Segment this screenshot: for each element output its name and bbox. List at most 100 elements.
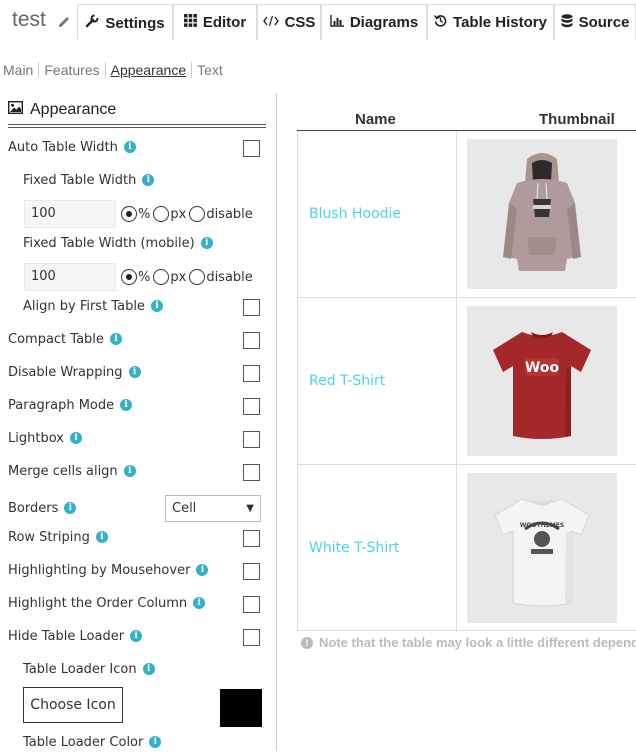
unit-label: disable: [206, 269, 253, 285]
align-first-table-label: Align by First Table i: [23, 296, 163, 316]
info-icon[interactable]: i: [128, 366, 141, 378]
table-loader-icon-label: Table Loader Icon i: [23, 659, 155, 679]
info-icon[interactable]: i: [95, 531, 108, 543]
info-icon[interactable]: i: [149, 736, 162, 748]
info-icon[interactable]: i: [150, 300, 163, 312]
info-icon[interactable]: i: [200, 237, 213, 249]
label-text: Compact Table: [8, 331, 104, 347]
fixed-table-width-mobile-units: % px disable: [119, 267, 253, 287]
info-icon[interactable]: i: [64, 502, 77, 514]
select-value: Cell: [172, 501, 197, 516]
fixed-table-width-input[interactable]: 100: [24, 200, 116, 228]
panel-title-rule: [8, 124, 266, 125]
white-tshirt-thumbnail[interactable]: WOOTHEMES: [467, 473, 617, 623]
column-header-name[interactable]: Name: [355, 111, 396, 128]
choose-icon-button[interactable]: Choose Icon: [23, 687, 123, 723]
subtab-features[interactable]: Features: [44, 62, 99, 78]
label-text: Lightbox: [8, 430, 64, 446]
product-link[interactable]: Red T-Shirt: [309, 373, 385, 389]
column-header-thumbnail[interactable]: Thumbnail: [539, 111, 615, 128]
image-icon: [7, 100, 24, 119]
history-icon: [433, 14, 447, 31]
radio-px[interactable]: [153, 206, 170, 222]
highlight-mousehover-label: Highlighting by Mousehover i: [8, 560, 209, 580]
paragraph-mode-checkbox[interactable]: [243, 398, 260, 415]
lightbox-checkbox[interactable]: [243, 431, 260, 448]
cell-divider: [456, 131, 457, 297]
info-icon[interactable]: i: [196, 564, 209, 576]
subtab-separator: [38, 62, 40, 78]
borders-label: Borders i: [8, 498, 77, 518]
table-row: Blush Hoodie: [298, 131, 636, 298]
tab-source[interactable]: Source: [554, 4, 636, 40]
subtab-main[interactable]: Main: [3, 62, 33, 78]
compact-table-checkbox[interactable]: [243, 332, 260, 349]
info-icon[interactable]: i: [123, 141, 136, 153]
info-icon[interactable]: i: [193, 597, 206, 609]
row-striping-checkbox[interactable]: [243, 530, 260, 547]
radio-disable[interactable]: [189, 206, 206, 222]
preview-note: ! Note that the table may look a little …: [301, 635, 636, 650]
highlight-mousehover-checkbox[interactable]: [243, 563, 260, 580]
highlight-order-column-label: Highlight the Order Column i: [8, 593, 206, 613]
info-icon[interactable]: i: [130, 630, 143, 642]
radio-percent[interactable]: [121, 269, 137, 285]
info-icon[interactable]: i: [123, 465, 136, 477]
subtab-text[interactable]: Text: [197, 62, 223, 78]
panel-title-rule: [8, 127, 266, 128]
bar-chart-icon: [330, 14, 344, 31]
product-link[interactable]: Blush Hoodie: [309, 206, 401, 222]
appearance-panel: Appearance: [0, 93, 277, 751]
radio-percent[interactable]: [121, 206, 137, 222]
info-icon[interactable]: i: [69, 432, 82, 444]
unit-label: px: [170, 269, 187, 285]
align-first-table-checkbox[interactable]: [243, 299, 260, 316]
label-text: Auto Table Width: [8, 139, 118, 155]
tab-label: Source: [578, 14, 630, 31]
unit-label: %: [138, 269, 151, 285]
subtab-appearance[interactable]: Appearance: [111, 62, 187, 78]
info-icon[interactable]: i: [142, 663, 155, 675]
svg-text:WOOTHEMES: WOOTHEMES: [520, 522, 564, 529]
label-text: Paragraph Mode: [8, 397, 115, 413]
info-icon[interactable]: i: [142, 174, 155, 186]
unit-label: %: [138, 206, 151, 222]
fixed-table-width-mobile-input[interactable]: 100: [24, 263, 116, 291]
label-text: Merge cells align: [8, 463, 118, 479]
tab-diagrams[interactable]: Diagrams: [321, 4, 427, 40]
tab-editor[interactable]: Editor: [173, 4, 257, 40]
row-striping-label: Row Striping i: [8, 527, 108, 547]
alert-icon: !: [301, 636, 313, 649]
tab-settings[interactable]: Settings: [77, 4, 173, 41]
tab-css[interactable]: CSS: [257, 4, 321, 40]
info-icon[interactable]: i: [109, 333, 122, 345]
svg-text:Woo: Woo: [525, 360, 560, 376]
highlight-order-column-checkbox[interactable]: [243, 596, 260, 613]
grid-icon: [183, 14, 197, 31]
tab-label: Diagrams: [349, 14, 419, 31]
tab-table-history[interactable]: Table History: [427, 4, 554, 40]
borders-select[interactable]: Cell ▼: [165, 495, 261, 522]
disable-wrapping-checkbox[interactable]: [243, 365, 260, 382]
fixed-table-width-mobile-label: Fixed Table Width (mobile) i: [23, 233, 213, 253]
hoodie-thumbnail[interactable]: [467, 139, 617, 289]
paragraph-mode-label: Paragraph Mode i: [8, 395, 133, 415]
subtab-separator: [104, 62, 106, 78]
hide-table-loader-checkbox[interactable]: [243, 629, 260, 646]
pencil-icon[interactable]: [57, 15, 71, 29]
caret-down-icon: ▼: [246, 503, 254, 514]
radio-px[interactable]: [153, 269, 170, 285]
red-tshirt-thumbnail[interactable]: Woo: [467, 306, 617, 456]
auto-table-width-checkbox[interactable]: [243, 140, 260, 157]
table-row: Red T-Shirt Woo: [298, 298, 636, 465]
label-text: Hide Table Loader: [8, 628, 125, 644]
tab-label: CSS: [284, 14, 316, 31]
info-icon[interactable]: i: [120, 399, 133, 411]
loader-icon-swatch[interactable]: [220, 689, 262, 727]
tab-label: Settings: [105, 14, 165, 32]
product-link[interactable]: White T-Shirt: [309, 540, 399, 556]
label-text: Align by First Table: [23, 298, 145, 314]
radio-disable[interactable]: [189, 269, 206, 285]
compact-table-label: Compact Table i: [8, 329, 122, 349]
merge-cells-align-checkbox[interactable]: [243, 464, 260, 481]
